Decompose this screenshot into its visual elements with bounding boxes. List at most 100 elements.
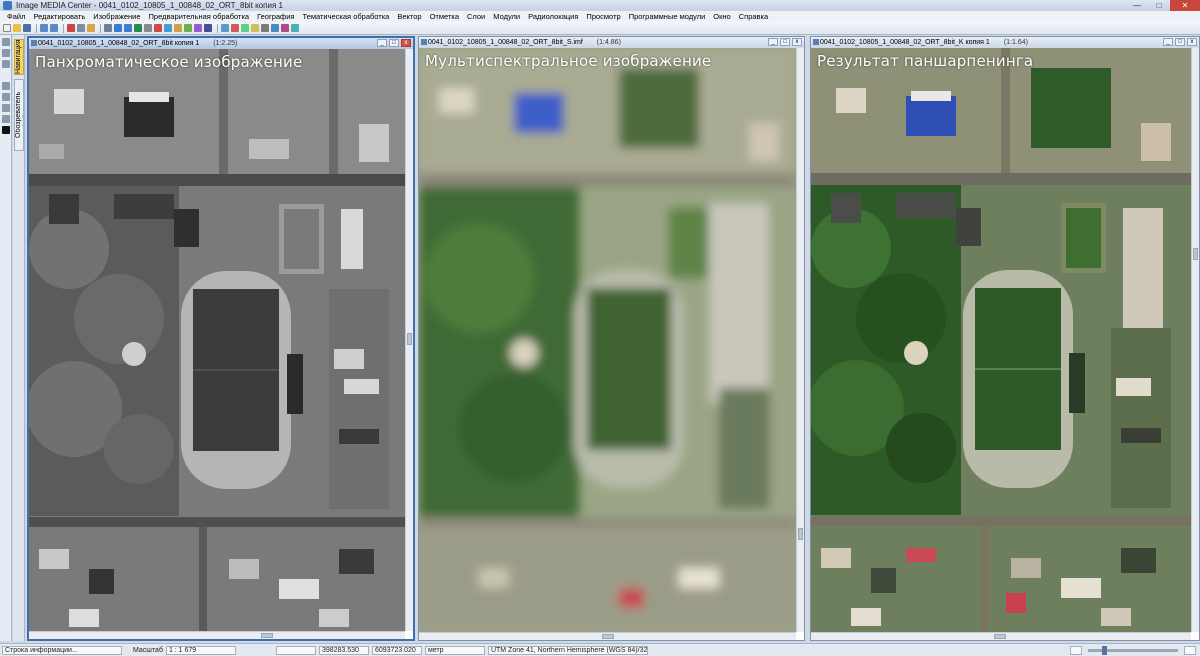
color-swatch-icon[interactable]: [2, 126, 10, 134]
satellite-image-pansharpened[interactable]: Результат паншарпенинга: [811, 48, 1191, 632]
vertical-scrollbar[interactable]: [796, 48, 804, 632]
tab-file-browser[interactable]: Обозреватель файлов: [14, 79, 24, 151]
print-icon[interactable]: [104, 24, 112, 32]
paint-icon[interactable]: [2, 115, 10, 123]
filter-icon[interactable]: [241, 24, 249, 32]
measure-icon[interactable]: [204, 24, 212, 32]
doc-close-icon[interactable]: x: [1187, 38, 1197, 46]
coord-y: 6093723.020: [371, 645, 422, 655]
document-window-pan[interactable]: 0041_0102_10805_1_00848_02_ORT_8bit копи…: [27, 36, 415, 641]
copy-icon[interactable]: [77, 24, 85, 32]
menu-help[interactable]: Справка: [735, 12, 772, 21]
menu-software-modules[interactable]: Программные модули: [625, 12, 710, 21]
minimize-icon[interactable]: —: [1126, 0, 1148, 11]
image-caption: Панхроматическое изображение: [35, 53, 303, 71]
menu-view[interactable]: Просмотр: [582, 12, 624, 21]
menu-layers[interactable]: Слои: [463, 12, 489, 21]
scroll-thumb[interactable]: [261, 633, 273, 638]
document-scale: (1:4.86): [596, 39, 621, 46]
document-icon: [421, 39, 427, 45]
undo-icon[interactable]: [40, 24, 48, 32]
doc-close-icon[interactable]: x: [792, 38, 802, 46]
cut-icon[interactable]: [67, 24, 75, 32]
doc-restore-icon[interactable]: □: [389, 39, 399, 47]
crop-icon[interactable]: [261, 24, 269, 32]
vertical-scrollbar[interactable]: [405, 49, 413, 631]
zoom-out-icon[interactable]: [124, 24, 132, 32]
text-icon[interactable]: [2, 93, 10, 101]
document-header[interactable]: 0041_0102_10805_1_00848_02_ORT_8bit_S.im…: [419, 37, 804, 48]
doc-restore-icon[interactable]: □: [780, 38, 790, 46]
lock-box[interactable]: [275, 645, 316, 655]
menu-edit[interactable]: Редактировать: [29, 12, 89, 21]
menu-geography[interactable]: География: [253, 12, 298, 21]
doc-minimize-icon[interactable]: _: [377, 39, 387, 47]
grid-icon[interactable]: [164, 24, 172, 32]
document-controls: _ □ x: [766, 38, 802, 46]
document-header[interactable]: 0041_0102_10805_1_00848_02_ORT_8bit копи…: [29, 38, 413, 49]
mosaic-icon[interactable]: [251, 24, 259, 32]
band-icon[interactable]: [231, 24, 239, 32]
menu-vector[interactable]: Вектор: [393, 12, 425, 21]
doc-minimize-icon[interactable]: _: [768, 38, 778, 46]
document-window-pansharpened[interactable]: 0041_0102_10805_1_00848_02_ORT_8bit_K ко…: [810, 36, 1200, 641]
close-icon[interactable]: ✕: [1170, 0, 1200, 11]
horizontal-scrollbar[interactable]: [29, 631, 405, 639]
zoom-slider[interactable]: [1088, 645, 1178, 655]
scroll-thumb[interactable]: [798, 528, 803, 540]
document-controls: _ □ x: [375, 39, 411, 47]
satellite-image-multispectral[interactable]: Мультиспектральное изображение: [419, 48, 796, 632]
pan-icon[interactable]: [144, 24, 152, 32]
doc-close-icon[interactable]: x: [401, 39, 411, 47]
rgb-icon[interactable]: [221, 24, 229, 32]
vector-icon[interactable]: [174, 24, 182, 32]
image-canvas: [419, 48, 796, 632]
tab-navigation[interactable]: Навигация: [14, 39, 24, 75]
menu-image[interactable]: Изображение: [89, 12, 144, 21]
pansharpen-icon[interactable]: [281, 24, 289, 32]
menu-preprocessing[interactable]: Предварительная обработка: [145, 12, 254, 21]
document-header[interactable]: 0041_0102_10805_1_00848_02_ORT_8bit_K ко…: [811, 37, 1199, 48]
new-file-icon[interactable]: [3, 24, 11, 32]
georef-icon[interactable]: [271, 24, 279, 32]
ndvi-icon[interactable]: [291, 24, 299, 32]
hand-icon[interactable]: [2, 60, 10, 68]
document-title: 0041_0102_10805_1_00848_02_ORT_8bit_S.im…: [428, 39, 583, 46]
menu-modules[interactable]: Модули: [489, 12, 524, 21]
menu-mark[interactable]: Отметка: [426, 12, 463, 21]
zoom-in-icon[interactable]: [114, 24, 122, 32]
zoom-out-icon[interactable]: [1070, 645, 1082, 655]
scroll-thumb[interactable]: [994, 634, 1006, 639]
classify-icon[interactable]: [184, 24, 192, 32]
save-icon[interactable]: [23, 24, 31, 32]
select-rect-icon[interactable]: [2, 49, 10, 57]
fit-view-icon[interactable]: [134, 24, 142, 32]
redo-icon[interactable]: [50, 24, 58, 32]
zoom-slider-knob[interactable]: [1102, 645, 1107, 655]
paste-icon[interactable]: [87, 24, 95, 32]
line-icon[interactable]: [2, 82, 10, 90]
menu-radar[interactable]: Радиолокация: [524, 12, 582, 21]
menu-thematic[interactable]: Тематическая обработка: [298, 12, 393, 21]
horizontal-scrollbar[interactable]: [419, 632, 796, 640]
zoom-in-icon[interactable]: [1184, 645, 1196, 655]
maximize-icon[interactable]: □: [1148, 0, 1170, 11]
pointer-icon[interactable]: [2, 38, 10, 46]
magnifier-icon[interactable]: [2, 104, 10, 112]
menu-bar: Файл Редактировать Изображение Предварит…: [0, 11, 1200, 22]
layer-icon[interactable]: [154, 24, 162, 32]
scroll-thumb[interactable]: [602, 634, 614, 639]
scroll-thumb[interactable]: [1193, 248, 1198, 260]
document-window-ms[interactable]: 0041_0102_10805_1_00848_02_ORT_8bit_S.im…: [418, 36, 805, 641]
scroll-thumb[interactable]: [407, 333, 412, 345]
satellite-image-panchromatic[interactable]: Панхроматическое изображение: [29, 49, 405, 631]
doc-minimize-icon[interactable]: _: [1163, 38, 1173, 46]
scale-input[interactable]: 1 : 1 679: [165, 645, 236, 655]
menu-file[interactable]: Файл: [3, 12, 29, 21]
histogram-icon[interactable]: [194, 24, 202, 32]
menu-window[interactable]: Окно: [709, 12, 734, 21]
horizontal-scrollbar[interactable]: [811, 632, 1191, 640]
doc-restore-icon[interactable]: □: [1175, 38, 1185, 46]
open-folder-icon[interactable]: [13, 24, 21, 32]
vertical-scrollbar[interactable]: [1191, 48, 1199, 632]
